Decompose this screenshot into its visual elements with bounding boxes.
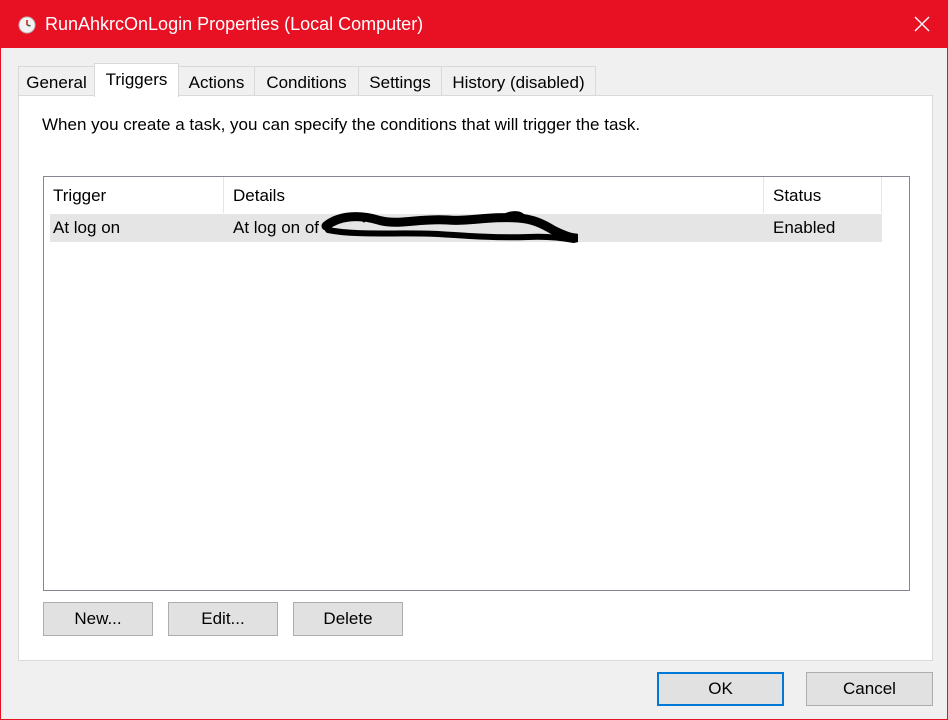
tab-general[interactable]: General <box>18 66 95 96</box>
column-header-trigger[interactable]: Trigger <box>44 177 224 213</box>
tab-actions[interactable]: Actions <box>178 66 255 96</box>
close-button[interactable] <box>897 1 947 48</box>
edit-trigger-button[interactable]: Edit... <box>168 602 278 636</box>
table-row[interactable]: At log on At log on of Enabled <box>50 211 882 243</box>
tab-settings[interactable]: Settings <box>358 66 442 96</box>
close-icon <box>914 16 930 32</box>
delete-trigger-button[interactable]: Delete <box>293 602 403 636</box>
triggers-list[interactable]: Trigger Details Status At log on At log … <box>43 176 910 591</box>
row-status-cell: Enabled <box>773 218 836 237</box>
tab-history[interactable]: History (disabled) <box>441 66 596 96</box>
triggers-panel: When you create a task, you can specify … <box>18 95 933 661</box>
column-header-status[interactable]: Status <box>764 177 882 213</box>
tab-strip: General Triggers Actions Conditions Sett… <box>18 63 618 97</box>
window-title: RunAhkrcOnLogin Properties (Local Comput… <box>45 14 424 34</box>
tab-triggers[interactable]: Triggers <box>94 63 179 97</box>
triggers-description: When you create a task, you can specify … <box>42 115 641 134</box>
title-bar[interactable]: RunAhkrcOnLogin Properties (Local Comput… <box>1 1 947 48</box>
ok-button[interactable]: OK <box>657 672 784 706</box>
tab-conditions[interactable]: Conditions <box>254 66 359 96</box>
redaction-scribble <box>321 211 578 243</box>
row-details-cell: At log on of <box>233 218 320 237</box>
new-trigger-button[interactable]: New... <box>43 602 153 636</box>
clock-icon <box>18 16 36 34</box>
properties-dialog: RunAhkrcOnLogin Properties (Local Comput… <box>0 0 948 720</box>
cancel-button[interactable]: Cancel <box>806 672 933 706</box>
row-trigger-cell: At log on <box>53 218 121 237</box>
